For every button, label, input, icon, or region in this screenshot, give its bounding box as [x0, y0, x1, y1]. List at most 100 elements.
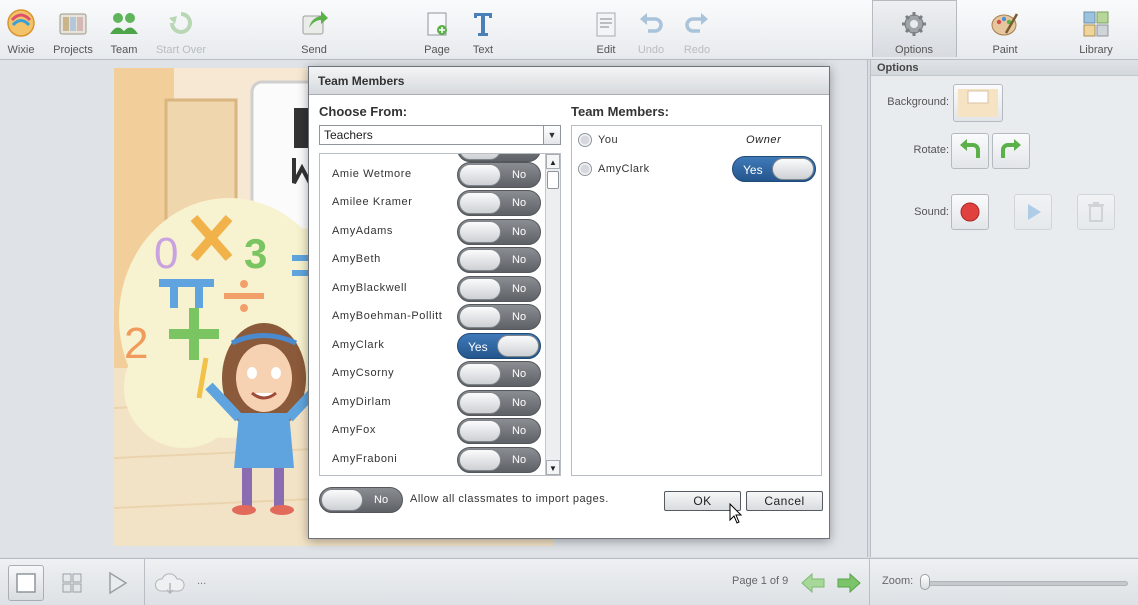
- allow-import-label: Allow all classmates to import pages.: [410, 493, 609, 505]
- student-row: AmyCsorny No: [320, 360, 546, 388]
- rotate-left-button[interactable]: [951, 133, 989, 169]
- student-name: AmyAdams: [332, 225, 394, 237]
- student-name: AmyBlackwell: [332, 282, 408, 294]
- chevron-down-icon[interactable]: ▼: [543, 126, 560, 144]
- allow-import-toggle[interactable]: No: [319, 487, 403, 513]
- previous-page-button[interactable]: [798, 565, 828, 601]
- member-radio[interactable]: [578, 162, 592, 176]
- delete-sound-button[interactable]: [1077, 194, 1115, 230]
- toolbar-text-button[interactable]: Text: [453, 4, 513, 56]
- choose-from-label: Choose From:: [319, 104, 408, 119]
- toggle-state: Yes: [468, 340, 488, 354]
- member-role: Owner: [746, 134, 782, 146]
- toggle-knob: [772, 158, 814, 180]
- student-toggle[interactable]: No: [457, 190, 541, 216]
- team-icon: [110, 13, 138, 34]
- toggle-knob: [459, 449, 501, 471]
- student-toggle[interactable]: Yes: [457, 333, 541, 359]
- rotate-label: Rotate:: [913, 144, 949, 156]
- gear-icon: [902, 12, 926, 36]
- toolbar-send-button[interactable]: Send: [284, 4, 344, 56]
- scroll-up-arrow-icon[interactable]: ▲: [546, 154, 560, 169]
- next-page-button[interactable]: [834, 565, 864, 601]
- bottom-bar: ... Page 1 of 9 Zoom:: [0, 558, 1138, 605]
- student-toggle[interactable]: No: [457, 276, 541, 302]
- cancel-button[interactable]: Cancel: [746, 491, 823, 511]
- student-toggle[interactable]: No: [457, 247, 541, 273]
- toolbar-paint-button[interactable]: Paint: [975, 4, 1035, 56]
- student-name: AmyBeth: [332, 253, 381, 265]
- toggle-state: No: [512, 197, 527, 209]
- toolbar-start-over-button[interactable]: Start Over: [151, 4, 211, 56]
- record-icon: [960, 202, 980, 222]
- member-name: AmyClark: [598, 163, 650, 175]
- background-button[interactable]: [953, 84, 1003, 122]
- student-toggle[interactable]: No: [457, 390, 541, 416]
- student-name: AmyDirlam: [332, 396, 392, 408]
- toolbar-edit-label: Edit: [596, 44, 616, 56]
- team-members-dialog: Team Members Choose From: Teachers ▼ Ami…: [308, 66, 830, 539]
- student-row: Amilee Kramer No: [320, 189, 546, 217]
- grid-view-button[interactable]: [54, 565, 90, 601]
- play-icon: [1028, 204, 1041, 220]
- student-list-scrollbar[interactable]: ▲ ▼: [545, 154, 560, 475]
- cloud-save-button[interactable]: [152, 565, 188, 601]
- toolbar-team-button[interactable]: Team: [94, 4, 154, 56]
- student-list[interactable]: Amie Wetmore No Amilee Kramer No AmyAdam…: [319, 153, 561, 476]
- student-toggle[interactable]: No: [457, 418, 541, 444]
- choose-from-value: Teachers: [324, 128, 373, 142]
- toggle-state: No: [512, 397, 527, 409]
- zoom-slider-track[interactable]: [925, 581, 1128, 586]
- toggle-knob: [459, 164, 501, 186]
- single-page-icon: [16, 573, 36, 593]
- toolbar-redo-button[interactable]: Redo: [667, 4, 727, 56]
- toolbar-options-label: Options: [895, 44, 933, 56]
- rotate-left-icon: [960, 139, 980, 158]
- student-row: AmyAdams No: [320, 218, 546, 246]
- scrollbar-thumb[interactable]: [547, 171, 559, 189]
- zoom-slider-thumb[interactable]: [920, 574, 930, 590]
- toggle-state: No: [512, 226, 527, 238]
- single-page-view-button[interactable]: [8, 565, 44, 601]
- toolbar-options-button[interactable]: Options: [884, 4, 944, 56]
- member-radio[interactable]: [578, 133, 592, 147]
- play-sound-button[interactable]: [1014, 194, 1052, 230]
- student-row: AmyFraboni No: [320, 446, 546, 474]
- toolbar-wixie-label: Wixie: [7, 44, 35, 56]
- student-toggle[interactable]: No: [457, 361, 541, 387]
- student-toggle[interactable]: No: [457, 162, 541, 188]
- undo-icon: [640, 13, 663, 33]
- student-name: AmyFraboni: [332, 453, 398, 465]
- toggle-knob: [459, 249, 501, 271]
- member-toggle[interactable]: Yes: [732, 156, 816, 182]
- toolbar-projects-label: Projects: [53, 44, 93, 56]
- record-sound-button[interactable]: [951, 194, 989, 230]
- toolbar-library-button[interactable]: Library: [1066, 4, 1126, 56]
- student-toggle[interactable]: No: [457, 219, 541, 245]
- toggle-state: No: [512, 311, 527, 323]
- sound-label: Sound:: [914, 206, 949, 218]
- student-row: AmyFox No: [320, 417, 546, 445]
- toggle-knob: [497, 335, 539, 357]
- page-icon: [427, 12, 447, 36]
- toolbar-send-label: Send: [301, 44, 327, 56]
- scroll-down-arrow-icon[interactable]: ▼: [546, 460, 560, 475]
- toggle-knob: [321, 489, 363, 511]
- rotate-right-button[interactable]: [992, 133, 1030, 169]
- student-row: Amie Wetmore No: [320, 161, 546, 189]
- play-button[interactable]: [99, 565, 135, 601]
- student-toggle[interactable]: No: [457, 304, 541, 330]
- background-thumbnail-icon: [958, 89, 998, 117]
- student-toggle[interactable]: No: [457, 447, 541, 473]
- toolbar-start-over-label: Start Over: [155, 44, 207, 56]
- choose-from-select[interactable]: Teachers ▼: [319, 125, 561, 145]
- toggle-state: No: [374, 494, 389, 506]
- student-name: Amilee Kramer: [332, 196, 413, 208]
- svg-text:2: 2: [124, 319, 148, 368]
- panel-title: Options: [871, 60, 1138, 76]
- svg-text:0: 0: [154, 229, 178, 278]
- page-count: Page 1 of 9: [732, 575, 789, 587]
- student-row: AmyBoehman-Pollitt No: [320, 303, 546, 331]
- student-row: AmyBlackwell No: [320, 275, 546, 303]
- wixie-logo-icon: [7, 9, 35, 37]
